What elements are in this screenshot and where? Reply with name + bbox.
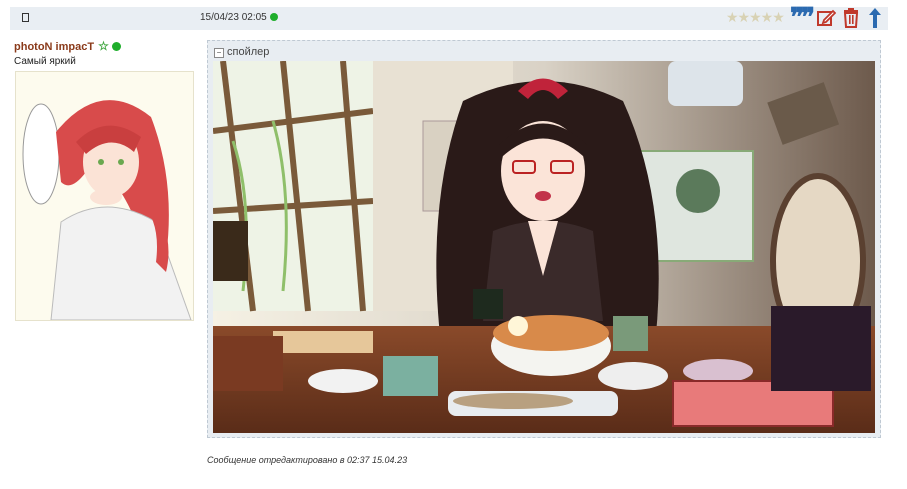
spoiler-image[interactable] bbox=[213, 61, 875, 433]
avatar-illustration bbox=[16, 72, 193, 320]
trash-icon bbox=[843, 8, 859, 28]
avatar[interactable] bbox=[15, 71, 194, 321]
online-status-dot bbox=[269, 13, 278, 21]
star-icon: ☆ bbox=[98, 39, 109, 53]
edit-button[interactable] bbox=[816, 8, 836, 28]
edited-note: Сообщение отредактировано в 02:37 15.04.… bbox=[207, 455, 408, 465]
post-date: 15/04/23 02:05 bbox=[200, 12, 278, 23]
anime-ramen-illustration bbox=[213, 61, 875, 433]
quote-button[interactable]: ❞❞ bbox=[790, 3, 815, 33]
document-icon[interactable] bbox=[22, 13, 29, 22]
user-title: Самый яркий bbox=[14, 56, 76, 67]
rating-stars[interactable]: ★★★★★ bbox=[726, 9, 785, 26]
quote-icon: ❞❞ bbox=[790, 3, 815, 33]
post-datetime-text: 15/04/23 02:05 bbox=[200, 12, 267, 23]
delete-button[interactable] bbox=[842, 8, 860, 28]
post-header-bar: 15/04/23 02:05 ★★★★★ ❞❞ bbox=[10, 3, 888, 33]
spoiler-toggle[interactable]: − спойлер bbox=[214, 46, 269, 58]
collapse-icon: − bbox=[214, 48, 224, 58]
author-name[interactable]: photoN impacT ☆ bbox=[14, 39, 121, 53]
spoiler-block: − спойлер bbox=[207, 40, 881, 438]
edit-icon bbox=[817, 9, 836, 26]
author-name-text[interactable]: photoN impacT bbox=[14, 41, 94, 53]
arrow-up-icon bbox=[869, 8, 881, 28]
scroll-up-button[interactable] bbox=[868, 8, 882, 28]
author-online-dot bbox=[111, 42, 121, 51]
spoiler-label[interactable]: спойлер bbox=[227, 46, 269, 58]
